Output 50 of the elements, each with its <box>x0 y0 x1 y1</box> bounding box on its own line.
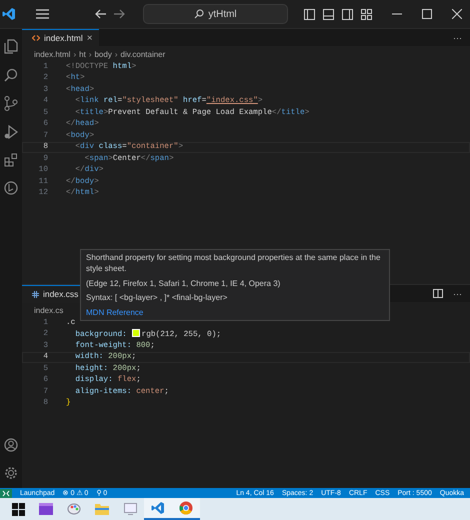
extensions-icon[interactable] <box>4 153 18 167</box>
close-icon[interactable] <box>452 9 462 19</box>
code-file-icon <box>32 35 40 41</box>
command-search-field[interactable]: ytHtml <box>143 4 288 24</box>
back-arrow-icon[interactable] <box>95 9 106 19</box>
account-icon[interactable] <box>4 438 18 452</box>
tab-label: index.css <box>43 289 78 299</box>
breadcrumb[interactable]: ht <box>79 50 86 59</box>
tab-label: index.html <box>44 33 83 43</box>
tooltip-description: Shorthand property for setting most background properties at the same place in the style sheet. <box>86 253 382 275</box>
panel-layout-icon[interactable] <box>323 8 334 20</box>
run-debug-icon[interactable] <box>4 125 18 139</box>
hash-icon <box>32 290 39 298</box>
palette-icon <box>67 502 81 516</box>
search-icon <box>194 9 204 19</box>
breadcrumb[interactable]: body <box>94 50 112 59</box>
more-actions-icon[interactable]: ··· <box>453 32 462 42</box>
chevron-icon: › <box>88 50 92 59</box>
split-editor-icon[interactable] <box>433 289 443 298</box>
customize-layout-icon[interactable] <box>361 8 372 20</box>
source-control-icon[interactable] <box>4 96 18 111</box>
files-icon[interactable] <box>4 39 18 54</box>
breadcrumb[interactable]: index.html <box>34 50 70 59</box>
close-icon[interactable]: × <box>86 32 93 44</box>
secondary-sidebar-icon[interactable] <box>342 8 353 20</box>
menu-icon[interactable] <box>36 9 49 19</box>
browser-support-text: (Edge 12, Firefox 1, Safari 1, Chrome 1, IE 4, Opera 3) <box>86 278 282 290</box>
folder-icon <box>95 503 109 515</box>
forward-arrow-icon[interactable] <box>114 9 125 19</box>
monitor-icon <box>124 503 136 515</box>
chevron-icon: › <box>73 50 76 59</box>
search-icon[interactable] <box>4 68 18 82</box>
more-actions-icon[interactable]: ··· <box>453 288 462 298</box>
settings-icon[interactable] <box>4 466 18 480</box>
breadcrumb[interactable]: index.cs <box>34 306 64 315</box>
remote-icon[interactable] <box>0 488 12 498</box>
mdn-reference-link[interactable]: MDN Reference <box>86 308 144 318</box>
chrome-logo-icon <box>179 501 193 515</box>
vscode-logo-icon <box>2 7 16 21</box>
windows-logo-icon <box>12 502 24 516</box>
color-swatch-icon[interactable] <box>132 329 140 338</box>
editor-tab[interactable]: index.html × <box>22 28 99 46</box>
vscode-logo-icon <box>151 501 165 515</box>
clapperboard-icon <box>39 503 53 515</box>
breadcrumb[interactable]: div.container <box>120 50 166 59</box>
chevron-icon: › <box>114 50 118 59</box>
timeline-icon[interactable] <box>4 181 18 195</box>
syntax-text: Syntax: [ <bg-layer> , ]* <final-bg-layer> <box>86 293 228 304</box>
maximize-icon[interactable] <box>422 9 432 19</box>
sidebar-layout-icon[interactable] <box>304 8 315 20</box>
